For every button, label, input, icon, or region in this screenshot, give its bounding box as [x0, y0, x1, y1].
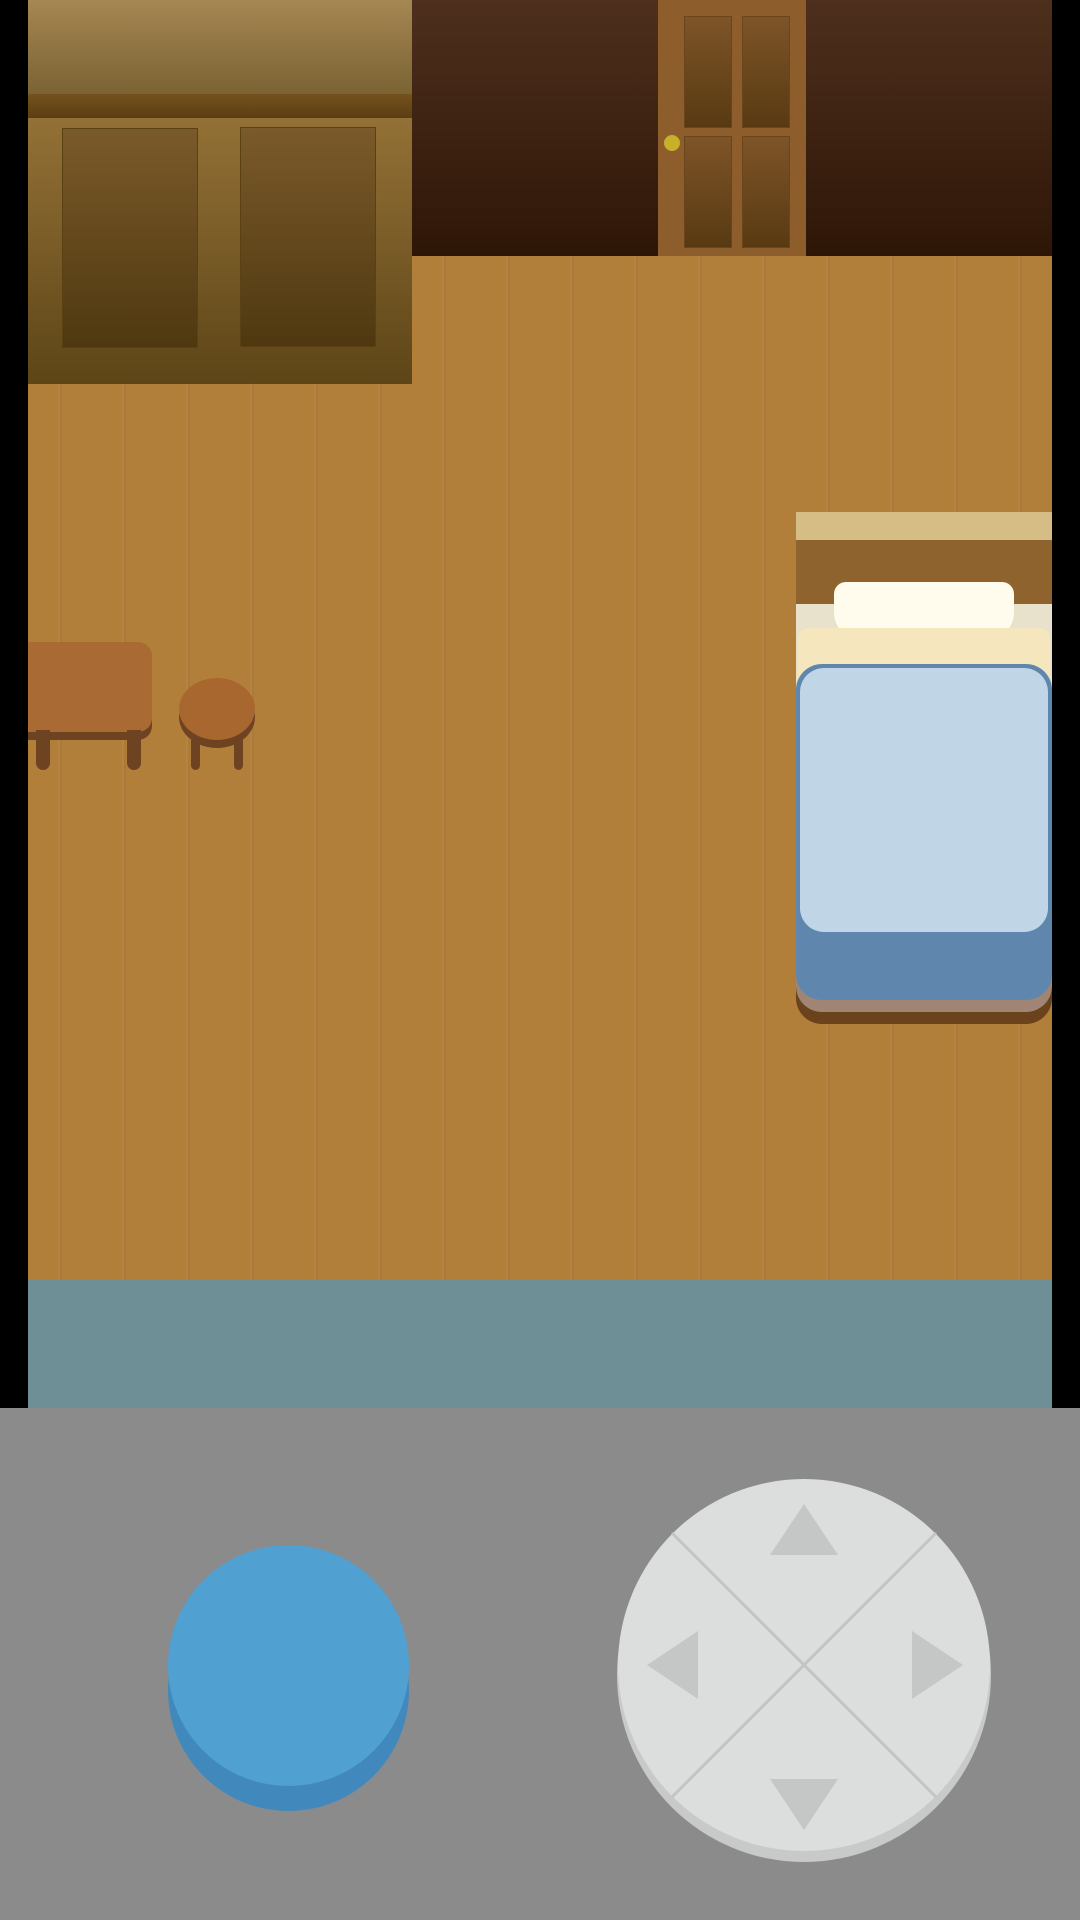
wardrobe-ledge: [28, 94, 412, 118]
control-panel: [0, 1408, 1080, 1920]
door: [658, 0, 806, 256]
action-button-face: [168, 1545, 409, 1786]
door-panel: [742, 16, 790, 128]
action-button[interactable]: [168, 1545, 409, 1811]
door-panel: [684, 136, 732, 248]
blanket-top: [800, 668, 1048, 932]
table-leg: [36, 730, 50, 770]
wardrobe: [28, 0, 412, 384]
dpad-graphic: [618, 1479, 990, 1851]
table-top: [28, 642, 152, 732]
table-leg: [127, 730, 141, 770]
dpad: [617, 1478, 991, 1862]
table: [28, 642, 152, 770]
water-strip: [28, 1280, 1052, 1408]
game-screen: [0, 0, 1080, 1920]
door-panel: [742, 136, 790, 248]
door-knob: [664, 135, 680, 151]
bed-headboard-top: [796, 512, 1052, 540]
game-viewport: [28, 0, 1052, 1408]
bed: [796, 512, 1052, 1024]
stool-leg: [191, 740, 200, 770]
door-panel: [684, 16, 732, 128]
wardrobe-door-right: [240, 127, 376, 347]
wardrobe-top: [28, 0, 412, 96]
stool-seat: [179, 678, 255, 740]
stool: [179, 678, 255, 770]
wardrobe-door-left: [62, 128, 198, 348]
stool-leg: [234, 740, 243, 770]
